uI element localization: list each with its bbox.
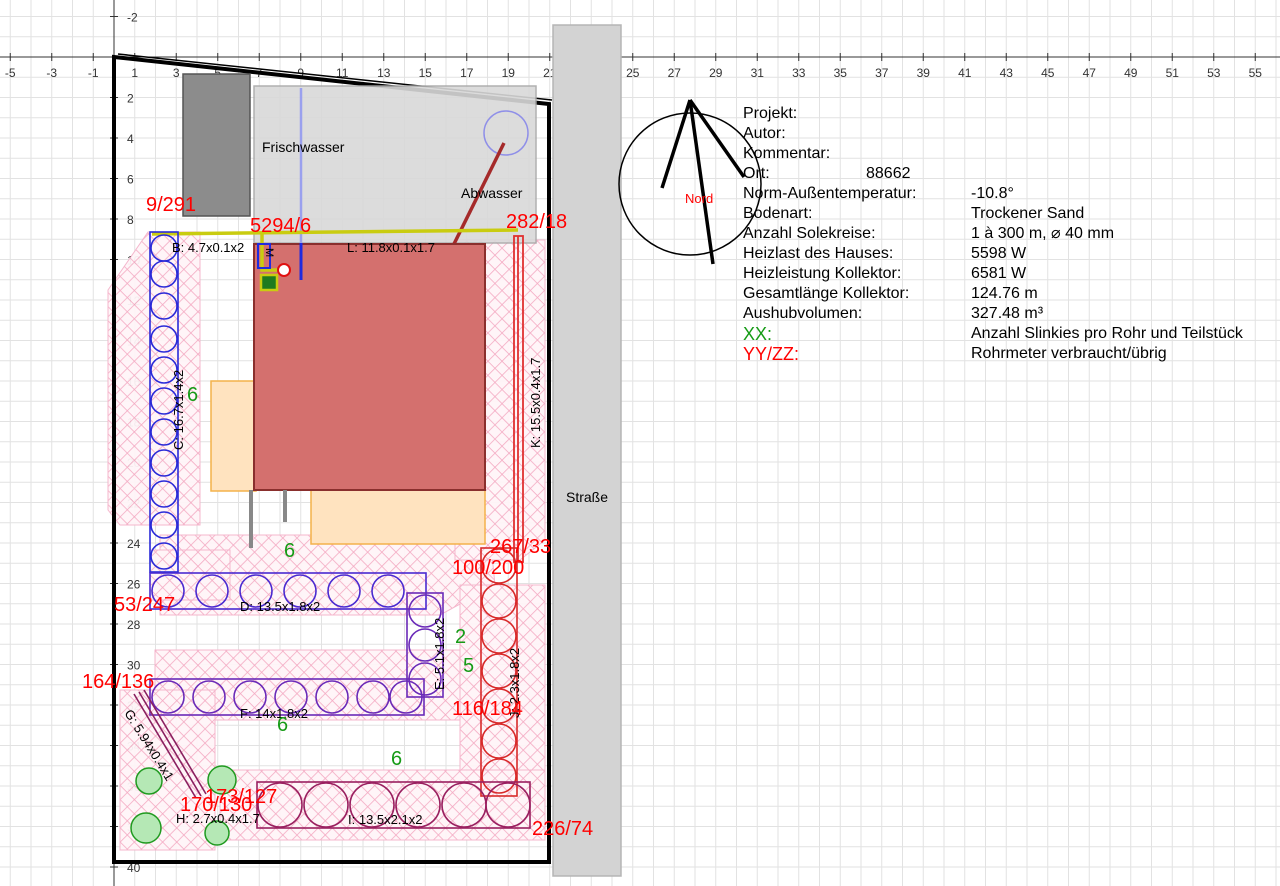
- street: [552, 24, 622, 877]
- info-row-value: 1 à 300 m, ⌀ 40 mm: [971, 225, 1115, 242]
- x-tick-label: -3: [46, 66, 57, 80]
- info-row-label: Gesamtlänge Kollektor:: [743, 285, 910, 302]
- x-tick-label: 19: [502, 66, 516, 80]
- y-tick-label: 24: [127, 537, 141, 551]
- x-tick-label: 13: [377, 66, 391, 80]
- x-tick-label: -1: [88, 66, 99, 80]
- info-row-value: Trockener Sand: [971, 205, 1085, 222]
- y-tick-label: 4: [127, 132, 134, 146]
- y-tick-label: 26: [127, 578, 141, 592]
- kommentar-label: Kommentar:: [743, 145, 831, 162]
- x-tick-label: 31: [751, 66, 765, 80]
- info-row-label: Anzahl Solekreise:: [743, 225, 876, 242]
- pipe-label-k: 226/74: [532, 818, 593, 840]
- slinky-count-e2: 5: [463, 655, 474, 677]
- legend-xx-label: XX:: [743, 324, 773, 344]
- info-row-value: 6581 W: [971, 265, 1027, 282]
- x-tick-label: 41: [958, 66, 972, 80]
- abwasser-label: Abwasser: [461, 185, 523, 201]
- info-row-value: -10.8°: [971, 185, 1014, 202]
- slinky-count-f: 6: [277, 714, 288, 736]
- pipe-label-e: 100/200: [452, 557, 524, 579]
- collector-b-label: B: 4.7x0.1x2: [172, 240, 244, 255]
- info-row-label: Bodenart:: [743, 205, 813, 222]
- collector-i-label: I: 13.5x2.1x2: [348, 812, 422, 827]
- x-tick-label: 55: [1249, 66, 1263, 80]
- x-tick-label: 1: [131, 66, 138, 80]
- terrace-bottom: [310, 488, 486, 545]
- ort-value: 88662: [866, 165, 911, 182]
- collector-m-label: M: [263, 248, 275, 257]
- pipe-label-c: 282/18: [506, 211, 567, 233]
- pipe-label-b: 5294/6: [250, 215, 311, 237]
- pipe-label-h: 116/184: [452, 698, 523, 720]
- frischwasser-label: Frischwasser: [262, 139, 345, 155]
- collector-l-label: L: 11.8x0.1x1.7: [347, 240, 435, 255]
- y-tick-label: -2: [127, 11, 138, 25]
- x-tick-label: -5: [5, 66, 16, 80]
- info-row-value: 5598 W: [971, 245, 1027, 262]
- pipe-label-g: 164/136: [82, 671, 154, 693]
- info-row-value: 327.48 m³: [971, 305, 1044, 322]
- projekt-label: Projekt:: [743, 105, 798, 122]
- y-tick-label: 6: [127, 173, 134, 187]
- legend-xx-value: Anzahl Slinkies pro Rohr und Teilstück: [971, 325, 1243, 342]
- info-row-label: Heizleistung Kollektor:: [743, 265, 902, 282]
- ort-label: Ort:: [743, 165, 770, 182]
- house: [253, 243, 486, 491]
- x-tick-label: 39: [917, 66, 931, 80]
- legend-yy-value: Rohrmeter verbraucht/übrig: [971, 345, 1167, 362]
- x-tick-label: 37: [875, 66, 889, 80]
- manifold-marker: [259, 273, 279, 292]
- x-tick-label: 43: [1000, 66, 1014, 80]
- x-tick-label: 53: [1207, 66, 1221, 80]
- nord-label: Nord: [685, 191, 713, 206]
- x-tick-label: 47: [1083, 66, 1097, 80]
- info-row-label: Norm-Außentemperatur:: [743, 185, 917, 202]
- x-tick-label: 45: [1041, 66, 1055, 80]
- x-tick-label: 25: [626, 66, 640, 80]
- y-tick-label: 2: [127, 92, 134, 106]
- x-tick-label: 29: [709, 66, 723, 80]
- x-tick-label: 17: [460, 66, 474, 80]
- pipe-label-d: 267/33: [490, 536, 551, 558]
- legend-yy-label: YY/ZZ:: [743, 344, 800, 364]
- autor-label: Autor:: [743, 125, 786, 142]
- collector-d-label: D: 13.5x1.8x2: [240, 599, 320, 614]
- x-tick-label: 3: [173, 66, 180, 80]
- collector-f-label: F: 14x1.8x2: [240, 706, 308, 721]
- slinky-count-d: 6: [284, 540, 295, 562]
- y-tick-label: 8: [127, 213, 134, 227]
- x-tick-label: 51: [1166, 66, 1180, 80]
- x-tick-label: 49: [1124, 66, 1138, 80]
- strasse-label: Straße: [566, 489, 608, 505]
- terrace-left: [210, 380, 257, 492]
- site-plan-canvas: -5-3-11357911131517192123252729313335373…: [0, 0, 1280, 886]
- x-tick-label: 27: [668, 66, 682, 80]
- slinky-count-i: 6: [391, 748, 402, 770]
- slinky-count-c: 6: [187, 384, 198, 406]
- collector-e-label: E: 5.1x1.8x2: [432, 618, 447, 690]
- pipe-label-f: 53/247: [114, 594, 175, 616]
- heat-pump-marker: [277, 263, 291, 277]
- x-tick-label: 35: [834, 66, 848, 80]
- info-row-label: Heizlast des Hauses:: [743, 245, 894, 262]
- pipe-label-i: 173/127: [205, 786, 277, 808]
- info-row-label: Aushubvolumen:: [743, 305, 863, 322]
- slinky-count-e1: 2: [455, 626, 466, 648]
- collector-c-label: C: 16.7x1.4x2: [171, 370, 186, 450]
- x-tick-label: 33: [792, 66, 806, 80]
- x-tick-label: 15: [419, 66, 433, 80]
- y-tick-label: 28: [127, 618, 141, 632]
- pipe-label-a: 9/291: [146, 194, 196, 216]
- collector-k-label: K: 15.5x0.4x1.7: [528, 358, 543, 448]
- info-row-value: 124.76 m: [971, 285, 1038, 302]
